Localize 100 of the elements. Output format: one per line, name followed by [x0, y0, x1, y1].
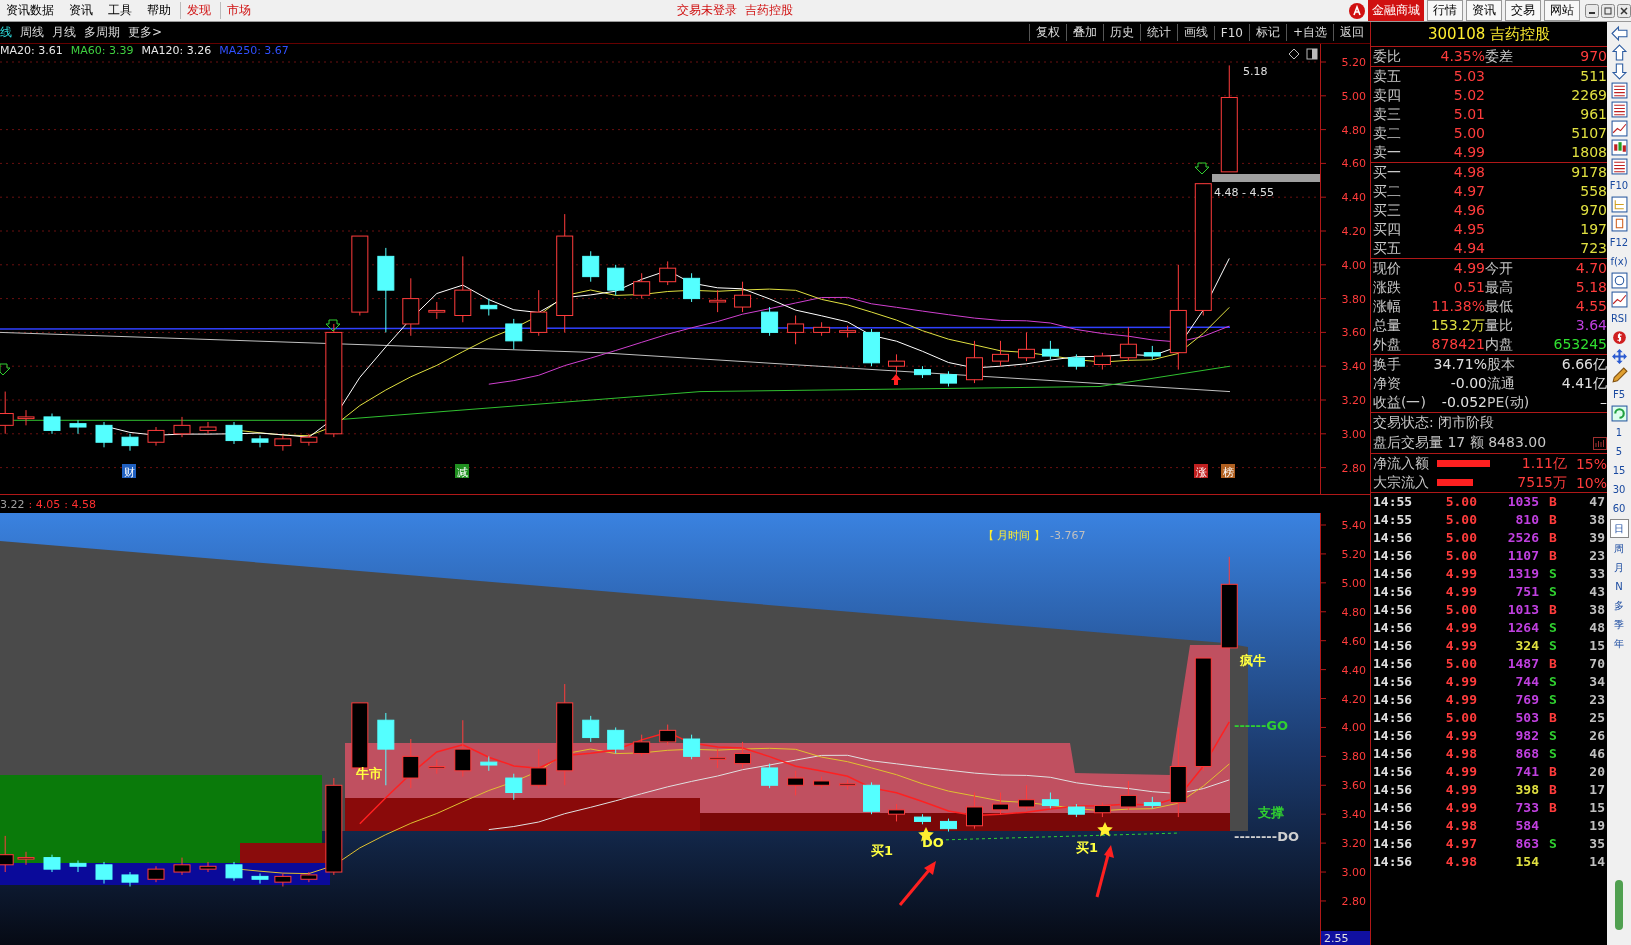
refresh-icon[interactable] [1610, 405, 1628, 422]
document-icon[interactable] [1610, 215, 1628, 232]
toolbar-button[interactable]: 统计 [1139, 24, 1177, 41]
event-marker[interactable]: 减 [455, 464, 469, 479]
pencil-icon[interactable] [1610, 367, 1628, 384]
toolbar-button[interactable]: 画线 [1176, 24, 1214, 41]
shop-button[interactable]: 金融商城 [1368, 0, 1424, 21]
toolbar-button[interactable]: 叠加 [1065, 24, 1103, 41]
table-icon[interactable] [1610, 101, 1628, 118]
nav-button[interactable]: 资讯 [1466, 0, 1502, 21]
candlestick [121, 433, 139, 452]
candlestick [402, 277, 420, 337]
dollar-icon[interactable] [1610, 329, 1628, 346]
line-chart-icon[interactable] [1610, 291, 1628, 308]
side-toolbar-button[interactable]: RSI [1610, 310, 1628, 327]
event-marker[interactable]: 榜 [1221, 464, 1235, 479]
axis-label: 4.40 [1341, 663, 1366, 677]
nav-button[interactable]: 网站 [1544, 0, 1580, 21]
candlestick [300, 871, 318, 883]
tick-time: 14:56 [1373, 529, 1414, 547]
period-tab[interactable]: 更多> [128, 24, 171, 41]
trade-side: S [1548, 745, 1558, 763]
side-toolbar-button[interactable]: 15 [1610, 462, 1628, 479]
tick-time: 14:55 [1373, 493, 1414, 511]
toolbar-button[interactable]: 复权 [1028, 24, 1066, 41]
nav-button[interactable]: 行情 [1427, 0, 1463, 21]
diamond-icon[interactable] [1288, 48, 1300, 60]
candlestick [199, 421, 217, 435]
trade-side: B [1548, 781, 1558, 799]
menu-item[interactable]: 工具 [102, 2, 141, 19]
event-marker[interactable]: 财 [122, 464, 136, 479]
toolbar-button[interactable]: 历史 [1102, 24, 1140, 41]
table-icon[interactable] [1610, 82, 1628, 99]
tick-price: 4.97 [1444, 835, 1477, 853]
axis-label: 4.00 [1341, 721, 1366, 735]
side-toolbar-button[interactable]: 1 [1610, 424, 1628, 441]
tick-volume: 1487 [1506, 655, 1539, 673]
period-tab[interactable]: 周线 [20, 24, 52, 41]
candlestick [95, 861, 113, 885]
tree-icon[interactable] [1610, 196, 1628, 213]
side-toolbar-button[interactable]: 60 [1610, 500, 1628, 517]
flow-amount: 1.11亿 [1520, 454, 1567, 473]
side-toolbar-button[interactable]: F12 [1609, 234, 1629, 251]
left-arrow-icon[interactable] [1610, 25, 1628, 42]
field-label: 外盘 [1373, 335, 1402, 354]
side-toolbar-button[interactable]: 季 [1610, 616, 1628, 633]
trade-side: B [1548, 493, 1558, 511]
candlestick [530, 289, 548, 337]
candlestick-icon[interactable] [1610, 139, 1628, 156]
toolbar-button[interactable]: +自选 [1285, 24, 1333, 41]
up-arrow-icon[interactable] [1610, 44, 1628, 61]
tick-count: 35 [1588, 835, 1605, 853]
menu-item[interactable]: 市场 [220, 2, 260, 19]
candlestick [505, 773, 523, 801]
candlestick [633, 272, 651, 300]
trade-side: S [1548, 691, 1558, 709]
axis-label: 5.20 [1341, 547, 1366, 561]
field-value: 11.38% [1430, 297, 1485, 316]
side-toolbar-button[interactable]: 30 [1610, 481, 1628, 498]
minimize-icon[interactable] [1585, 3, 1599, 18]
period-tab[interactable]: 月线 [52, 24, 84, 41]
flow-bar [1437, 460, 1490, 467]
menu-item[interactable]: 资讯 [63, 2, 102, 19]
toolbar-button[interactable]: 标记 [1248, 24, 1286, 41]
menu-item[interactable]: 发现 [180, 2, 220, 19]
side-toolbar-button[interactable]: F5 [1610, 386, 1628, 403]
period-label: 【 月时间 】 [983, 529, 1045, 542]
order-level: 买一 [1373, 163, 1402, 182]
candlestick [1067, 803, 1085, 818]
side-toolbar-button[interactable]: F10 [1609, 177, 1629, 194]
side-toolbar-button[interactable]: 月 [1610, 559, 1628, 576]
period-tab[interactable]: 多周期 [84, 24, 128, 41]
order-level: 买二 [1373, 182, 1402, 201]
menu-item[interactable]: 帮助 [141, 2, 180, 19]
side-toolbar-button[interactable]: 年 [1610, 635, 1628, 652]
line-chart-icon[interactable] [1610, 120, 1628, 137]
menu-item[interactable]: 资讯数据 [0, 2, 63, 19]
side-toolbar-button[interactable]: 日 [1609, 519, 1629, 538]
bar-chart-icon[interactable] [1593, 436, 1607, 450]
nav-button[interactable]: 交易 [1505, 0, 1541, 21]
down-arrow-icon[interactable] [1610, 63, 1628, 80]
side-toolbar-button[interactable]: f(x) [1610, 253, 1628, 270]
trade-side: B [1548, 763, 1558, 781]
panel-toggle-icon[interactable] [1306, 48, 1318, 60]
event-marker[interactable]: 涨 [1194, 464, 1208, 479]
order-volume: 961 [1579, 105, 1607, 124]
tick-price: 5.00 [1444, 709, 1477, 727]
candlestick [659, 260, 677, 286]
scrollbar[interactable] [1615, 880, 1623, 930]
side-toolbar-button[interactable]: 5 [1610, 443, 1628, 460]
toolbar-button[interactable]: F10 [1213, 25, 1249, 40]
side-toolbar-button[interactable]: N [1610, 578, 1628, 595]
toolbar-button[interactable]: 返回 [1333, 24, 1370, 41]
period-tab[interactable]: 线 [0, 24, 20, 41]
move-icon[interactable] [1610, 348, 1628, 365]
side-toolbar-button[interactable]: 多 [1610, 597, 1628, 614]
close-icon[interactable] [1617, 3, 1631, 18]
side-toolbar-button[interactable]: 周 [1610, 540, 1628, 557]
tick-count: 19 [1588, 817, 1605, 835]
table-icon[interactable] [1610, 158, 1628, 175]
